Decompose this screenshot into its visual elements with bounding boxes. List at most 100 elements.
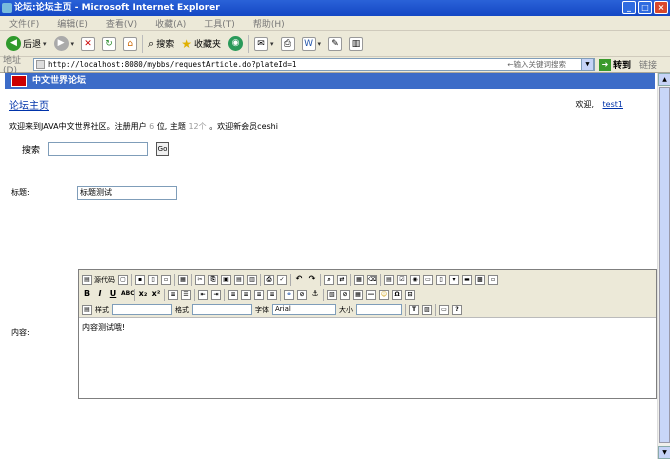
- search-input[interactable]: [48, 142, 149, 156]
- edit-button[interactable]: W ▾: [300, 34, 324, 54]
- textfield-icon[interactable]: ▭: [423, 274, 433, 285]
- forward-arrow-icon: ▶: [53, 36, 69, 51]
- anchor-icon[interactable]: ⚓: [310, 289, 320, 300]
- research-icon[interactable]: ▥: [349, 36, 364, 51]
- underline-icon[interactable]: U: [108, 289, 118, 300]
- forum-banner: 中文世界论坛: [5, 73, 655, 89]
- refresh-icon[interactable]: ↻: [102, 36, 117, 51]
- cut-icon[interactable]: ✂: [195, 274, 205, 285]
- editor-content[interactable]: 内容测试哦!: [82, 322, 125, 333]
- table-icon[interactable]: ▦: [353, 289, 363, 300]
- title-input[interactable]: 标题测试: [77, 186, 177, 200]
- new-page-icon[interactable]: ▯: [148, 274, 158, 285]
- image-icon[interactable]: ▧: [327, 289, 337, 300]
- print-icon[interactable]: ⎙: [264, 274, 274, 285]
- scroll-thumb[interactable]: [659, 87, 670, 443]
- paste-text-icon[interactable]: ▤: [234, 274, 244, 285]
- address-input[interactable]: http://localhost:8080/mybbs/requestArtic…: [33, 58, 595, 71]
- redo-icon[interactable]: ↷: [307, 274, 317, 285]
- superscript-icon[interactable]: x²: [151, 289, 161, 300]
- preview-icon[interactable]: ▢: [118, 274, 128, 285]
- username-link[interactable]: test1: [603, 100, 623, 109]
- topic-count: 12个: [188, 122, 207, 131]
- outdent-icon[interactable]: ⇤: [198, 289, 208, 300]
- search-go-button[interactable]: Go: [156, 142, 170, 156]
- unlink-icon[interactable]: ⊘: [297, 289, 307, 300]
- flash-icon[interactable]: ⊘: [340, 289, 350, 300]
- bold-icon[interactable]: B: [82, 289, 92, 300]
- find-icon[interactable]: ⌕: [324, 274, 334, 285]
- horizontal-rule-icon[interactable]: ―: [366, 289, 376, 300]
- favorites-button[interactable]: ★ 收藏夹: [179, 34, 223, 54]
- size-select[interactable]: [356, 304, 402, 315]
- forward-button[interactable]: ▶ ▾: [52, 34, 77, 54]
- home-icon[interactable]: ⌂: [123, 36, 138, 51]
- align-right-icon[interactable]: ≡: [254, 289, 264, 300]
- minimize-button[interactable]: _: [622, 1, 636, 14]
- numbered-list-icon[interactable]: ≡: [168, 289, 178, 300]
- remove-format-icon[interactable]: ⌫: [367, 274, 377, 285]
- indent-icon[interactable]: ⇥: [211, 289, 221, 300]
- spellcheck-icon[interactable]: ✓: [277, 274, 287, 285]
- text-color-icon[interactable]: T: [409, 304, 419, 315]
- style-select[interactable]: [112, 304, 172, 315]
- copy-icon[interactable]: ⎘: [208, 274, 218, 285]
- menu-view[interactable]: 查看(V): [97, 17, 146, 30]
- font-select[interactable]: Arial: [272, 304, 336, 315]
- align-center-icon[interactable]: ≡: [241, 289, 251, 300]
- bullet-list-icon[interactable]: ☰: [181, 289, 191, 300]
- hidden-field-icon[interactable]: ▫: [488, 274, 498, 285]
- menu-help[interactable]: 帮助(H): [244, 17, 294, 30]
- go-button[interactable]: ➜ 转到: [599, 58, 631, 71]
- source-button[interactable]: ▤ 源代码: [82, 274, 115, 285]
- menu-file[interactable]: 文件(F): [0, 17, 48, 30]
- radio-icon[interactable]: ◉: [410, 274, 420, 285]
- textarea-icon[interactable]: ▯: [436, 274, 446, 285]
- stop-icon[interactable]: ✕: [81, 36, 96, 51]
- paste-icon[interactable]: ▣: [221, 274, 231, 285]
- about-icon[interactable]: ?: [452, 304, 462, 315]
- back-button[interactable]: ◀ 后退 ▾: [4, 34, 49, 54]
- strike-icon[interactable]: ABC: [121, 290, 135, 300]
- page-break-icon[interactable]: ⊟: [405, 289, 415, 300]
- scroll-up-icon[interactable]: ▲: [658, 73, 670, 86]
- discuss-icon[interactable]: ✎: [328, 36, 343, 51]
- maximize-button[interactable]: □: [638, 1, 652, 14]
- undo-icon[interactable]: ↶: [294, 274, 304, 285]
- maximize-icon[interactable]: ▭: [439, 304, 449, 315]
- forum-home-link[interactable]: 论坛主页: [9, 97, 49, 112]
- vertical-scrollbar[interactable]: ▲ ▼: [657, 73, 670, 459]
- justify-icon[interactable]: ≡: [267, 289, 277, 300]
- bg-color-icon[interactable]: ▨: [422, 304, 432, 315]
- align-left-icon[interactable]: ≡: [228, 289, 238, 300]
- special-char-icon[interactable]: Ω: [392, 289, 402, 300]
- form-icon[interactable]: ▤: [384, 274, 394, 285]
- scroll-down-icon[interactable]: ▼: [658, 446, 670, 459]
- subscript-icon[interactable]: x₂: [138, 289, 148, 300]
- image-button-icon[interactable]: ▩: [475, 274, 485, 285]
- templates-icon[interactable]: ▦: [178, 274, 188, 285]
- close-button[interactable]: ×: [654, 1, 668, 14]
- address-dropdown-icon[interactable]: ▼: [581, 58, 594, 71]
- links-button[interactable]: 链接: [639, 58, 657, 71]
- preview-page-icon[interactable]: ▫: [161, 274, 171, 285]
- select-field-icon[interactable]: ▾: [449, 274, 459, 285]
- link-icon[interactable]: ⚭: [284, 289, 294, 300]
- search-button[interactable]: ⌕ 搜索: [146, 34, 176, 54]
- mail-button[interactable]: ✉ ▾: [252, 34, 276, 54]
- menu-edit[interactable]: 编辑(E): [48, 17, 97, 30]
- replace-icon[interactable]: ⇄: [337, 274, 347, 285]
- smiley-icon[interactable]: ☺: [379, 289, 389, 300]
- button-field-icon[interactable]: ▬: [462, 274, 472, 285]
- star-icon: ★: [181, 36, 192, 51]
- print-icon[interactable]: ⎙: [280, 36, 295, 51]
- menu-tools[interactable]: 工具(T): [195, 17, 244, 30]
- select-all-icon[interactable]: ▦: [354, 274, 364, 285]
- format-select[interactable]: [192, 304, 252, 315]
- paste-word-icon[interactable]: ▥: [247, 274, 257, 285]
- checkbox-icon[interactable]: ☑: [397, 274, 407, 285]
- save-icon[interactable]: ▪: [135, 274, 145, 285]
- media-icon[interactable]: ◉: [228, 36, 244, 51]
- italic-icon[interactable]: I: [95, 289, 105, 300]
- menu-favorites[interactable]: 收藏(A): [146, 17, 195, 30]
